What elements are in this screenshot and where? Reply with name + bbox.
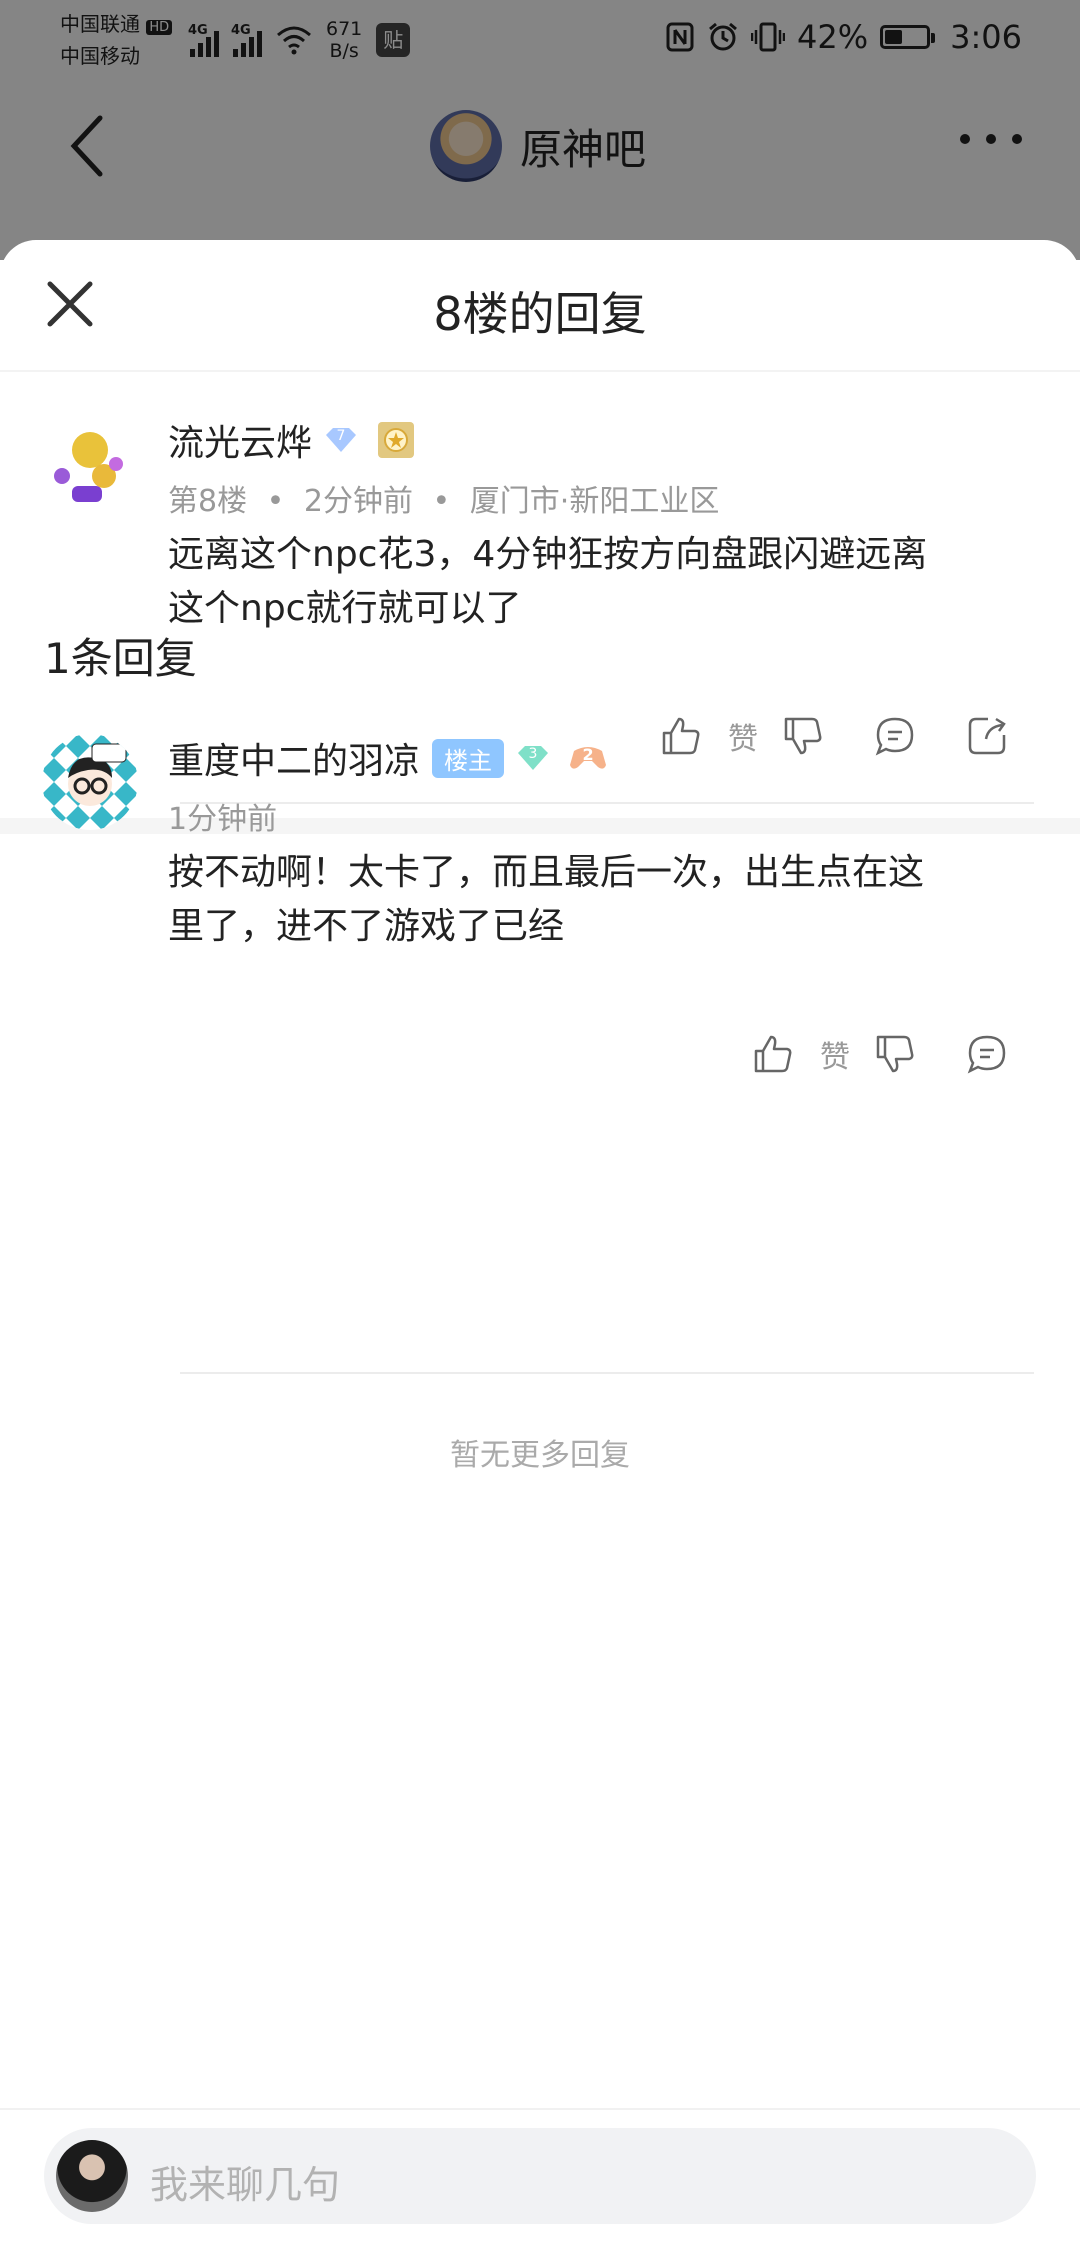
like-button[interactable] <box>752 1033 794 1075</box>
dim-overlay[interactable] <box>0 0 1080 260</box>
like-label: 赞 <box>820 1040 850 1075</box>
post-time: 2分钟前 <box>303 484 413 519</box>
reply-count: 1条回复 <box>44 634 197 683</box>
thumbs-down-icon <box>876 1035 914 1073</box>
my-avatar <box>56 2140 128 2212</box>
post-author-row: 流光云烨 7 <box>168 414 415 466</box>
avatar[interactable] <box>38 416 134 512</box>
reply-content: 按不动啊！太卡了，而且最后一次，出生点在这 里了，进不了游戏了已经 <box>168 852 925 947</box>
sheet-header: 8楼的回复 <box>0 240 1080 372</box>
badge-icon <box>378 422 415 458</box>
reply-sheet: 8楼的回复 流光云烨 7 第8楼 • 2分钟前 • 厦门市·新阳工业区 远离这个… <box>0 240 1080 2244</box>
reply-actions: 赞 <box>752 1032 1008 1076</box>
divider <box>180 1372 1034 1374</box>
post-meta: 第8楼 • 2分钟前 • 厦门市·新阳工业区 <box>168 484 720 519</box>
bottom-input-bar: 我来聊几句 <box>0 2108 1080 2246</box>
sheet-title: 8楼的回复 <box>433 287 647 341</box>
owner-tag: 楼主 <box>432 738 505 778</box>
reply-time: 1分钟前 <box>168 802 278 837</box>
post-location: 厦门市·新阳工业区 <box>469 484 720 519</box>
no-more-replies: 暂无更多回复 <box>450 1438 630 1473</box>
level-gem-icon: 7 <box>324 427 358 453</box>
floor-number: 第8楼 <box>168 484 248 519</box>
comment-button[interactable] <box>966 1033 1008 1075</box>
username[interactable]: 流光云烨 <box>168 414 312 466</box>
badge-icon: 2 <box>568 743 608 773</box>
reply-author-row: 重度中二的羽凉 楼主 3 2 <box>168 732 608 784</box>
reply-item: 重度中二的羽凉 楼主 3 2 1分钟前 按不动啊！太卡了，而且最后一次，出生点在… <box>0 700 1080 1075</box>
reply-input[interactable]: 我来聊几句 <box>44 2128 1036 2224</box>
comment-icon <box>967 1035 1006 1074</box>
post-content: 远离这个npc花3，4分钟狂按方向盘跟闪避远离 这个npc就行就可以了 <box>168 534 928 629</box>
username[interactable]: 重度中二的羽凉 <box>168 732 420 784</box>
dislike-button[interactable] <box>874 1033 916 1075</box>
avatar[interactable] <box>42 734 138 830</box>
thumbs-up-icon <box>754 1035 792 1073</box>
input-placeholder: 我来聊几句 <box>150 2163 341 2207</box>
level-gem-icon: 3 <box>516 745 550 771</box>
